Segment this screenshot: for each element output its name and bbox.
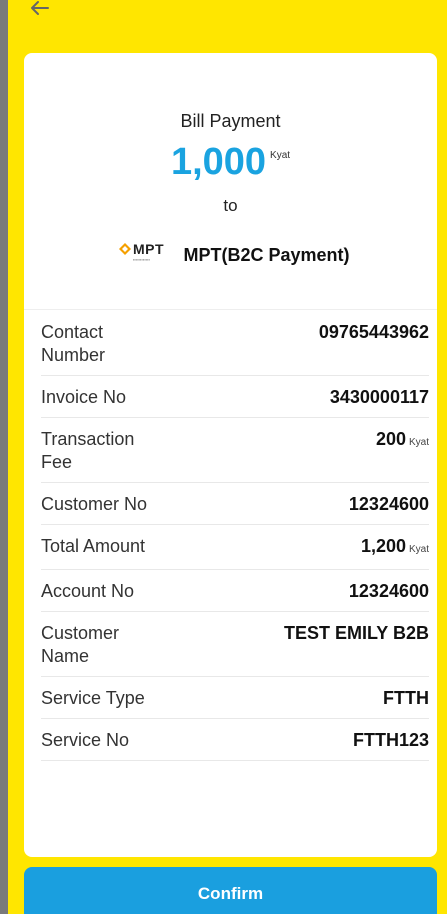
amount-unit: Kyat (270, 150, 291, 161)
detail-value: TEST EMILY B2B (283, 623, 429, 643)
detail-unit: Kyat (408, 544, 429, 555)
detail-value: 09765443962 (318, 322, 429, 342)
mpt-logo: MPT ▪▪▪▪▪▪▪▪▪▪▪▪ (111, 242, 171, 268)
biller: MPT ▪▪▪▪▪▪▪▪▪▪▪▪ MPT(B2C Payment) (24, 242, 437, 268)
detail-label: Invoice No (41, 387, 127, 407)
detail-value: 3430000117 (329, 387, 429, 407)
detail-value: FTTH (383, 688, 429, 708)
detail-label: Customer Name (41, 623, 120, 666)
detail-row-account-no: Account No 12324600 (41, 570, 429, 612)
confirm-button[interactable]: Confirm (24, 867, 437, 914)
detail-row-invoice-no: Invoice No 3430000117 (41, 376, 429, 418)
detail-label: Total Amount (41, 536, 146, 556)
detail-value: FTTH123 (352, 730, 429, 750)
amount-line: 1,000 Kyat (24, 142, 437, 182)
logo-text: MPT (132, 241, 165, 257)
detail-label: Service No (41, 730, 130, 750)
detail-value: 12324600 (348, 494, 429, 514)
payment-amount: 1,000 (170, 141, 267, 183)
bill-payment-card: Bill Payment 1,000 Kyat to MPT ▪▪▪▪▪▪▪▪▪… (24, 53, 437, 857)
detail-value: 1,200 Kyat (360, 536, 429, 556)
detail-label: Customer No (41, 494, 148, 514)
page-title: Bill Payment (180, 111, 281, 131)
detail-value: 12324600 (348, 581, 429, 601)
logo-subtext: ▪▪▪▪▪▪▪▪▪▪▪▪ (132, 257, 150, 262)
detail-row-customer-name: Customer Name TEST EMILY B2B (41, 612, 429, 677)
divider (24, 309, 437, 310)
arrow-left-icon[interactable] (26, 0, 54, 22)
details-list: Contact Number 09765443962 Invoice No 34… (41, 311, 429, 761)
detail-label: Contact Number (41, 322, 106, 365)
mpt-logo-mark-icon (118, 243, 131, 255)
detail-label: Account No (41, 581, 135, 601)
detail-label: Transaction Fee (41, 429, 135, 472)
detail-row-contact-number: Contact Number 09765443962 (41, 311, 429, 376)
detail-row-customer-no: Customer No 12324600 (41, 483, 429, 525)
detail-row-service-type: Service Type FTTH (41, 677, 429, 719)
detail-row-service-no: Service No FTTH123 (41, 719, 429, 761)
detail-value: 200 Kyat (375, 429, 429, 449)
detail-label: Service Type (41, 688, 145, 708)
payment-screen: Bill Payment 1,000 Kyat to MPT ▪▪▪▪▪▪▪▪▪… (8, 0, 447, 914)
payment-summary: Bill Payment 1,000 Kyat to MPT ▪▪▪▪▪▪▪▪▪… (24, 53, 437, 268)
detail-row-transaction-fee: Transaction Fee 200 Kyat (41, 418, 429, 483)
to-label: to (223, 196, 238, 215)
detail-unit: Kyat (408, 437, 429, 448)
biller-name: MPT(B2C Payment) (183, 244, 350, 265)
detail-row-total-amount: Total Amount 1,200 Kyat (41, 525, 429, 570)
